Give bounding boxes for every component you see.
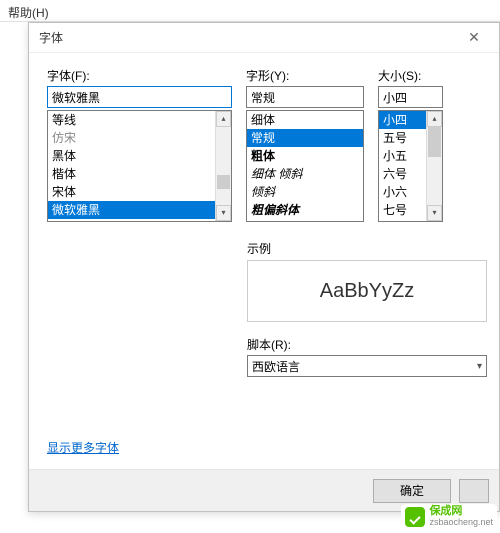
top-menu-item[interactable]: 帮助(H) [0, 0, 500, 22]
sample-preview: AaBbYyZz [247, 260, 487, 322]
sample-text: AaBbYyZz [320, 280, 414, 303]
script-value: 西欧语言 [252, 358, 300, 375]
watermark-url: zsbaocheng.net [429, 517, 493, 528]
check-icon [405, 507, 425, 527]
list-item[interactable]: 楷体 [48, 165, 231, 183]
font-list-items: 等线 仿宋 黑体 楷体 宋体 微软雅黑 新宋体 [48, 111, 231, 221]
list-item[interactable]: 细体 倾斜 [247, 165, 363, 183]
scrollbar[interactable]: ▴ ▾ [426, 111, 442, 221]
font-column: 字体(F): 等线 仿宋 黑体 楷体 宋体 微软雅黑 新宋体 ▴ [47, 67, 232, 222]
watermark: 保成网 zsbaocheng.net [401, 504, 497, 530]
list-item[interactable]: 常规 [247, 129, 363, 147]
size-column: 大小(S): 小四 五号 小五 六号 小六 七号 八号 ▴ [378, 67, 443, 222]
list-item[interactable]: 黑体 [48, 147, 231, 165]
style-input[interactable] [246, 86, 364, 108]
list-item[interactable]: 粗体 [247, 147, 363, 165]
scroll-thumb[interactable] [217, 175, 230, 189]
font-listbox[interactable]: 等线 仿宋 黑体 楷体 宋体 微软雅黑 新宋体 ▴ ▾ [47, 110, 232, 222]
scroll-thumb[interactable] [428, 127, 441, 157]
list-item[interactable]: 微软雅黑 [48, 201, 231, 219]
scroll-down-icon[interactable]: ▾ [216, 205, 231, 221]
list-item[interactable]: 等线 [48, 111, 231, 129]
list-item[interactable]: 倾斜 [247, 183, 363, 201]
watermark-cn: 保成网 [429, 506, 493, 517]
show-more-fonts-link[interactable]: 显示更多字体 [47, 439, 119, 456]
script-label: 脚本(R): [247, 336, 487, 353]
style-list-items: 细体 常规 粗体 细体 倾斜 倾斜 粗偏斜体 [247, 111, 363, 221]
scroll-up-icon[interactable]: ▴ [427, 111, 442, 127]
script-section: 脚本(R): 西欧语言 ▾ [247, 336, 487, 377]
style-listbox[interactable]: 细体 常规 粗体 细体 倾斜 倾斜 粗偏斜体 [246, 110, 364, 222]
scroll-down-icon[interactable]: ▾ [427, 205, 442, 221]
list-item[interactable]: 宋体 [48, 183, 231, 201]
style-column: 字形(Y): 细体 常规 粗体 细体 倾斜 倾斜 粗偏斜体 [246, 67, 364, 222]
cancel-button-partial[interactable] [459, 479, 489, 503]
help-menu-label: 帮助(H) [8, 6, 49, 20]
font-input[interactable] [47, 86, 232, 108]
list-item[interactable]: 新宋体 [48, 219, 231, 221]
size-listbox[interactable]: 小四 五号 小五 六号 小六 七号 八号 ▴ ▾ [378, 110, 443, 222]
list-item[interactable]: 粗偏斜体 [247, 201, 363, 219]
style-label: 字形(Y): [246, 67, 364, 84]
dialog-title: 字体 [39, 29, 63, 46]
list-item[interactable]: 仿宋 [48, 129, 231, 147]
sample-section: 示例 AaBbYyZz [247, 240, 487, 322]
script-select[interactable]: 西欧语言 ▾ [247, 355, 487, 377]
dialog-titlebar: 字体 ✕ [29, 23, 499, 53]
watermark-text: 保成网 zsbaocheng.net [429, 506, 493, 528]
dialog-body: 字体(F): 等线 仿宋 黑体 楷体 宋体 微软雅黑 新宋体 ▴ [29, 53, 499, 377]
scroll-track[interactable] [427, 127, 442, 205]
size-label: 大小(S): [378, 67, 443, 84]
list-item[interactable]: 细体 [247, 111, 363, 129]
sample-label: 示例 [247, 240, 487, 257]
font-dialog: 字体 ✕ 字体(F): 等线 仿宋 黑体 楷体 宋体 微软雅黑 新宋体 [28, 22, 500, 512]
scroll-track[interactable] [216, 127, 231, 205]
close-icon[interactable]: ✕ [459, 23, 489, 53]
scrollbar[interactable]: ▴ ▾ [215, 111, 231, 221]
size-input[interactable] [378, 86, 443, 108]
chevron-down-icon: ▾ [477, 361, 482, 372]
ok-button[interactable]: 确定 [373, 479, 451, 503]
scroll-up-icon[interactable]: ▴ [216, 111, 231, 127]
font-label: 字体(F): [47, 67, 232, 84]
